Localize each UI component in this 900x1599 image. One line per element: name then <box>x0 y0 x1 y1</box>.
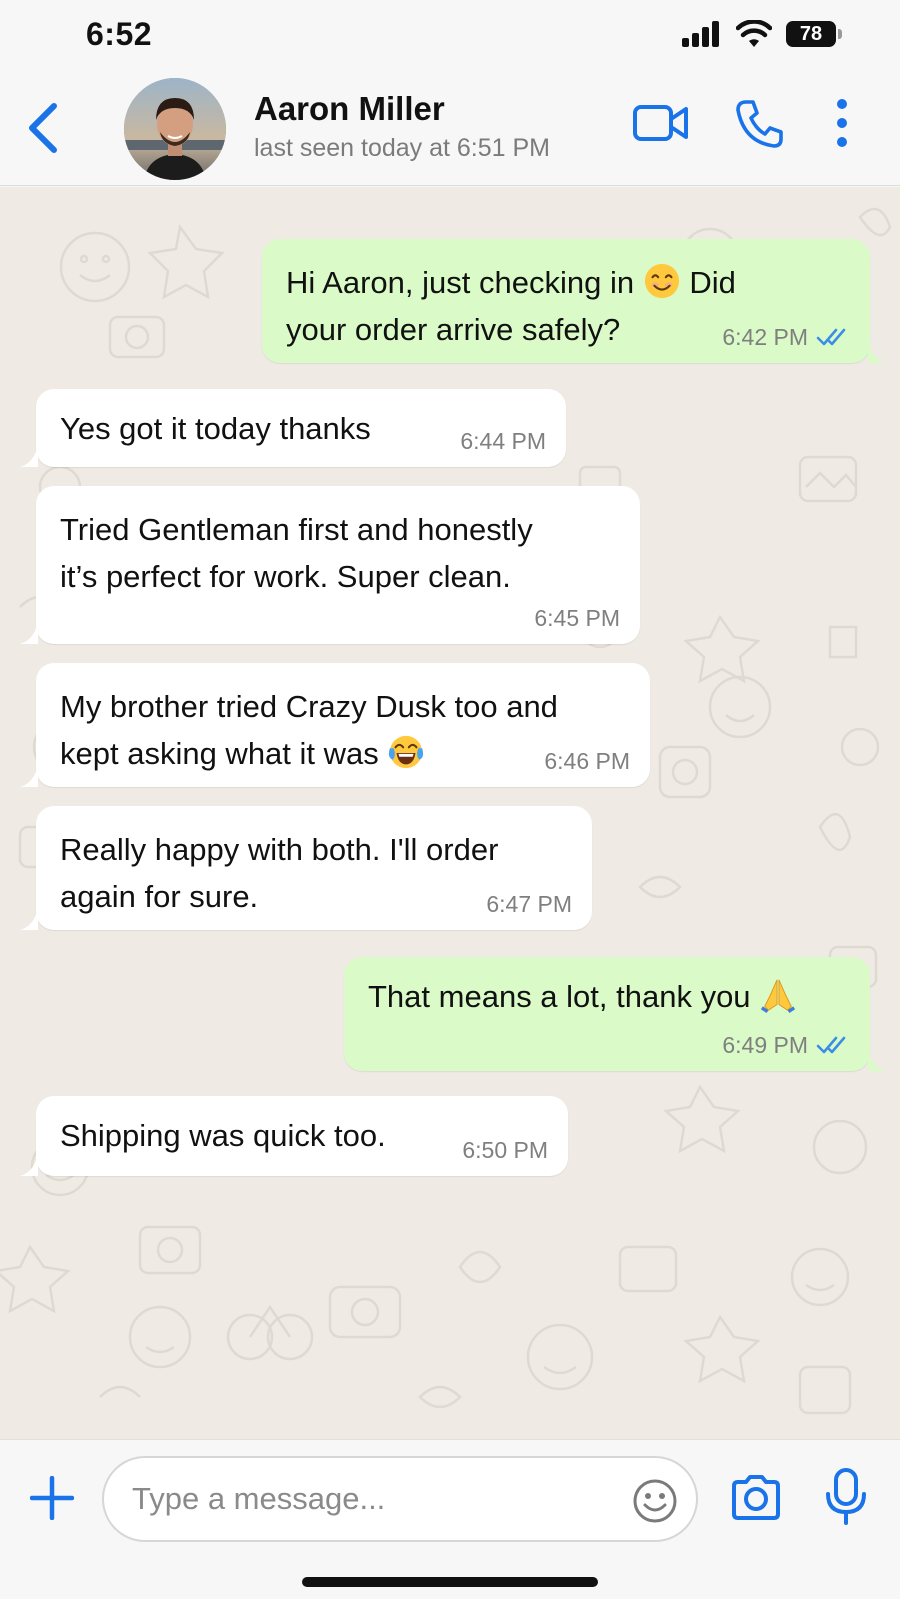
status-icons: 78 <box>682 20 842 48</box>
battery-level: 78 <box>786 21 836 47</box>
read-receipt-icon <box>816 1036 846 1054</box>
chat-header: Aaron Miller last seen today at 6:51 PM <box>0 72 900 186</box>
bubble-tail <box>20 445 38 467</box>
message-meta: 6:44 PM <box>460 427 546 455</box>
message-time: 6:45 PM <box>534 605 620 631</box>
video-call-icon[interactable] <box>632 102 690 146</box>
message-meta: 6:49 PM <box>722 1031 850 1059</box>
bubble-tail <box>868 1049 886 1071</box>
camera-icon[interactable] <box>730 1474 782 1520</box>
bubble-tail <box>868 341 886 363</box>
last-seen-status: last seen today at 6:51 PM <box>254 134 551 162</box>
message-text-part: Hi Aaron, just checking in <box>286 265 635 300</box>
message-text-part: That means a lot, thank you <box>368 979 751 1014</box>
message-bubble-outgoing[interactable]: Hi Aaron, just checking in Did your orde… <box>262 239 886 363</box>
message-text: That means a lot, thank you <box>368 973 848 1020</box>
status-bar: 6:52 78 <box>0 0 900 72</box>
home-indicator[interactable] <box>302 1577 598 1587</box>
message-bubble-outgoing[interactable]: That means a lot, thank you 6:49 PM <box>344 957 886 1071</box>
wifi-icon <box>736 20 772 47</box>
message-text-line1: My brother tried Crazy Dusk too and <box>60 689 558 724</box>
message-time: 6:42 PM <box>722 324 808 350</box>
more-options-icon[interactable] <box>834 98 850 148</box>
message-text-line2: it’s perfect for work. Super clean. <box>60 559 511 594</box>
voice-call-icon[interactable] <box>734 98 784 150</box>
bubble-tail <box>20 622 38 644</box>
status-time: 6:52 <box>86 16 153 52</box>
battery-indicator: 78 <box>786 21 842 47</box>
message-time: 6:50 PM <box>462 1137 548 1163</box>
folded-hands-emoji <box>761 979 796 1014</box>
message-meta: 6:46 PM <box>544 747 630 775</box>
microphone-icon[interactable] <box>824 1468 868 1526</box>
message-bubble-incoming[interactable]: My brother tried Crazy Dusk too and kept… <box>20 663 650 787</box>
message-meta: 6:47 PM <box>486 890 572 918</box>
message-input[interactable]: Type a message... <box>102 1456 698 1542</box>
plus-icon[interactable] <box>30 1476 74 1520</box>
message-text-line2: kept asking what it was <box>60 730 628 777</box>
contact-avatar[interactable] <box>124 78 226 180</box>
read-receipt-icon <box>816 328 846 346</box>
message-time: 6:46 PM <box>544 748 630 774</box>
message-text-part: kept asking what it was <box>60 736 379 771</box>
bubble-tail <box>20 1154 38 1176</box>
chat-area[interactable]: Hi Aaron, just checking in Did your orde… <box>0 187 900 1439</box>
contact-name[interactable]: Aaron Miller <box>254 90 445 128</box>
bubble-tail <box>20 765 38 787</box>
battery-tip <box>838 29 842 39</box>
emoji-icon[interactable] <box>632 1478 678 1524</box>
message-meta: 6:42 PM <box>722 323 850 351</box>
smiling-face-emoji <box>644 263 679 299</box>
message-text-line1: Tried Gentleman first and honestly <box>60 512 533 547</box>
message-bubble-incoming[interactable]: Shipping was quick too. 6:50 PM <box>20 1096 568 1176</box>
message-text-line1: Really happy with both. I'll order <box>60 832 499 867</box>
message-time: 6:49 PM <box>722 1032 808 1058</box>
message-text-part: Did <box>689 265 736 300</box>
avatar-photo <box>124 78 226 180</box>
message-time: 6:47 PM <box>486 891 572 917</box>
message-bubble-incoming[interactable]: Tried Gentleman first and honestly it’s … <box>20 486 640 644</box>
back-chevron-icon[interactable] <box>22 98 70 158</box>
message-input-placeholder: Type a message... <box>132 1481 386 1516</box>
message-time: 6:44 PM <box>460 428 546 454</box>
bubble-tail <box>20 908 38 930</box>
cellular-signal-icon <box>682 21 719 47</box>
tears-of-joy-emoji <box>389 735 424 769</box>
message-meta: 6:50 PM <box>462 1136 548 1164</box>
message-bubble-incoming[interactable]: Yes got it today thanks 6:44 PM <box>20 389 566 467</box>
message-composer: Type a message... <box>0 1439 900 1599</box>
message-text: Hi Aaron, just checking in Did <box>286 259 848 306</box>
message-bubble-incoming[interactable]: Really happy with both. I'll order again… <box>20 806 592 930</box>
message-meta: 6:45 PM <box>534 604 620 632</box>
